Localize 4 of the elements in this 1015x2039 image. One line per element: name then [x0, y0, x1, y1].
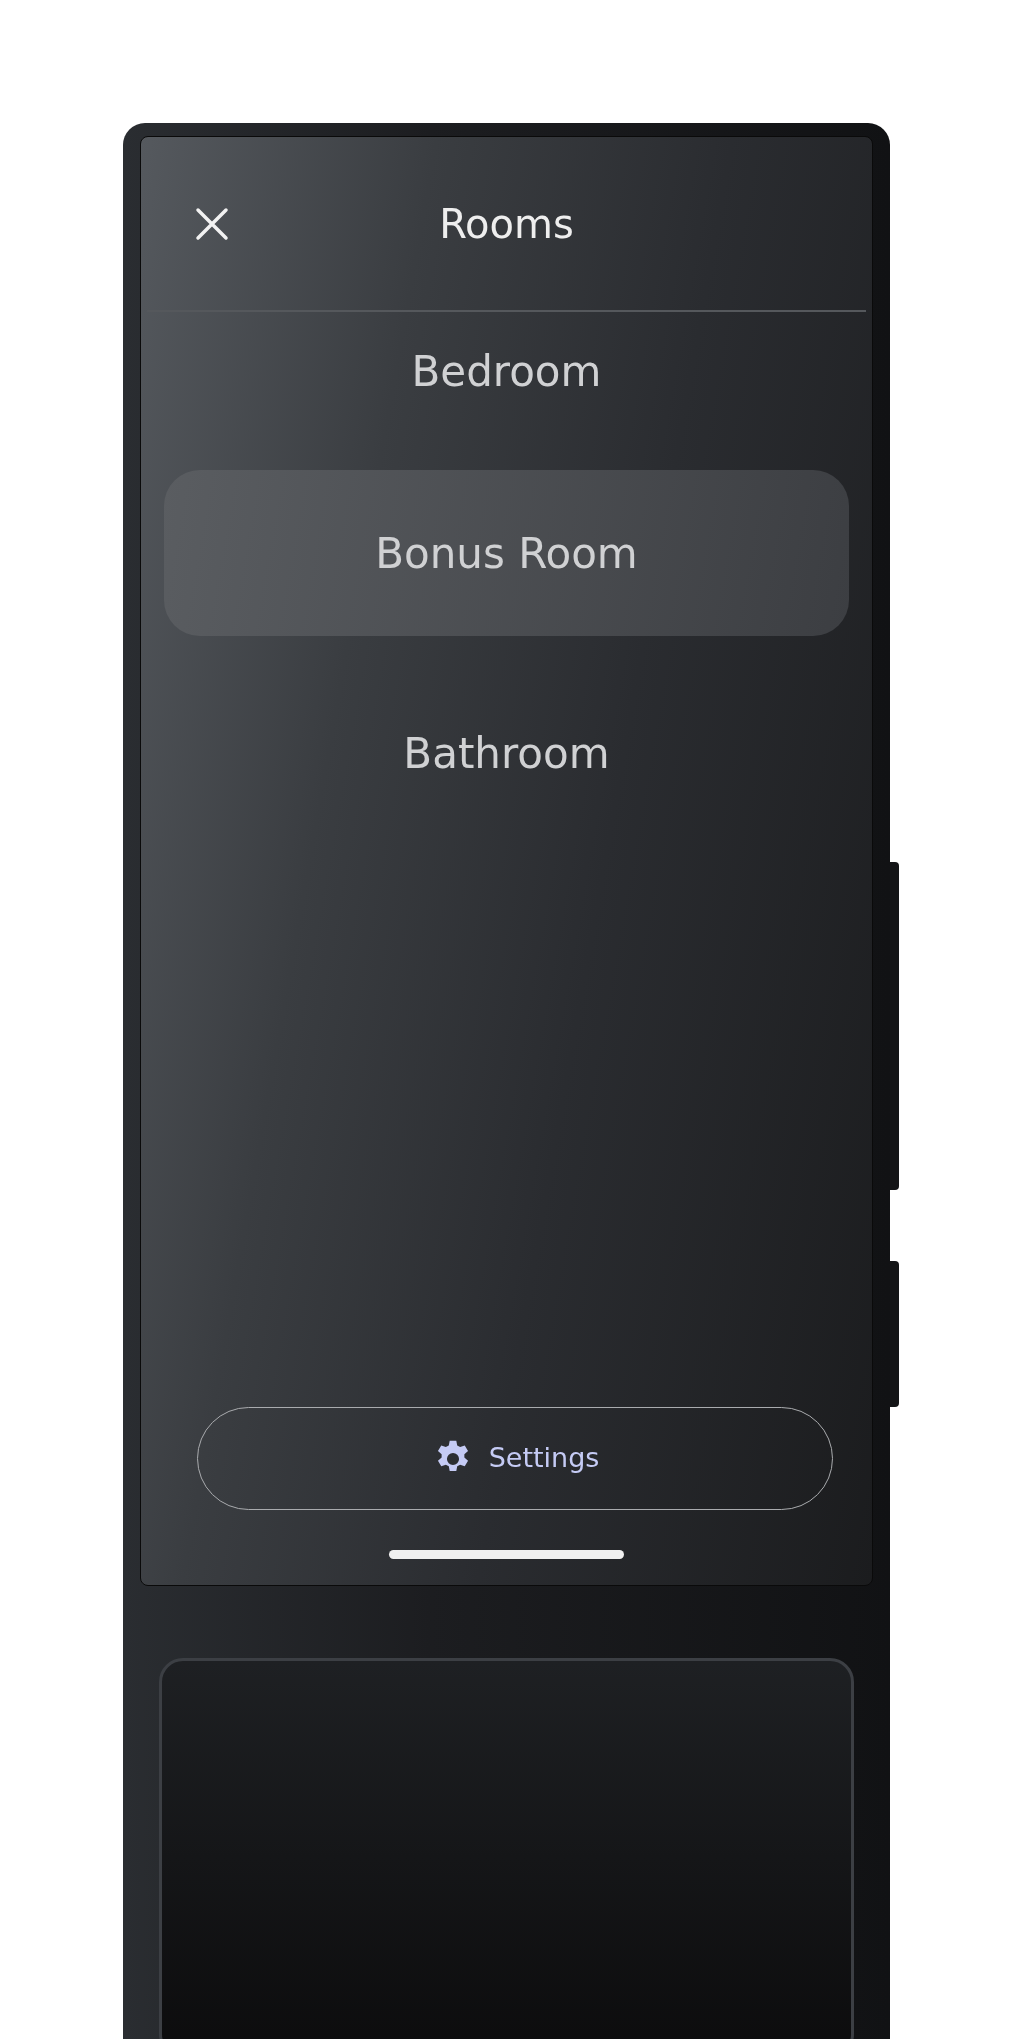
room-item[interactable]: Bonus Room	[164, 470, 849, 636]
room-item[interactable]: Bathroom	[164, 670, 849, 836]
window-title: Rooms	[439, 200, 574, 247]
room-item[interactable]: Bedroom	[164, 306, 849, 436]
